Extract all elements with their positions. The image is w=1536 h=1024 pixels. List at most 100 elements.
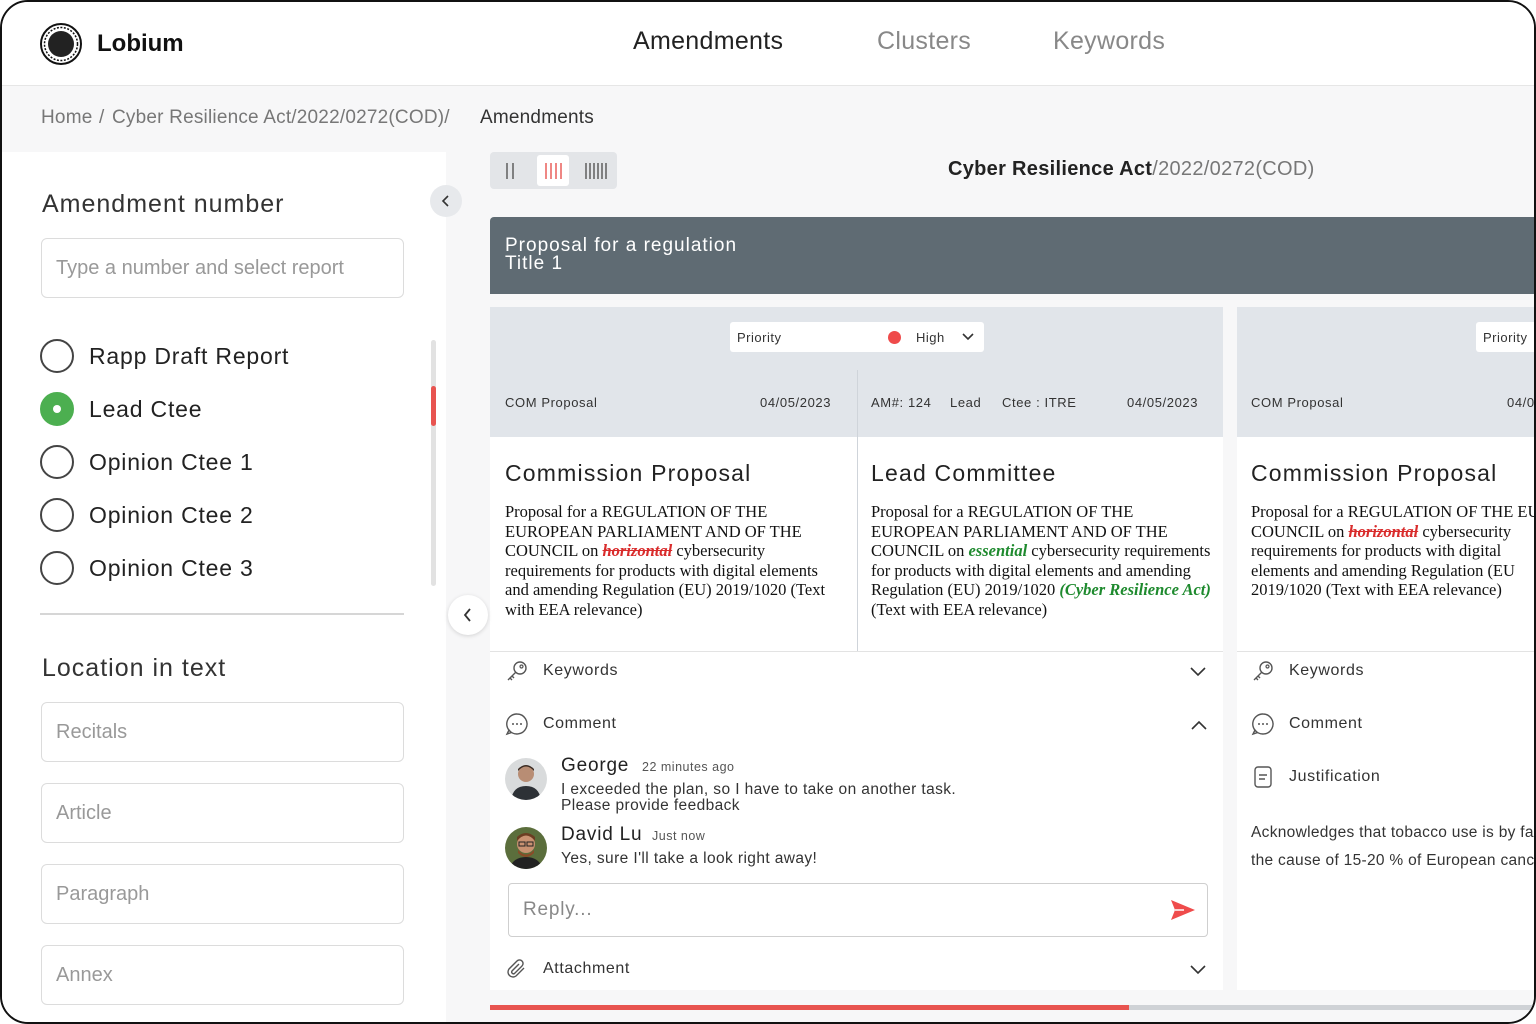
comment-label: Comment xyxy=(1289,715,1363,732)
chevron-left-icon xyxy=(441,195,449,207)
report-option-lead-ctee[interactable]: Lead Ctee xyxy=(40,392,202,426)
send-icon[interactable] xyxy=(1170,898,1196,922)
user-avatar-icon xyxy=(505,758,547,800)
report-option-opinion-ctee-1[interactable]: Opinion Ctee 1 xyxy=(40,445,254,479)
avatar xyxy=(505,827,547,869)
committee-role: Lead xyxy=(950,395,982,410)
report-option-label: Rapp Draft Report xyxy=(89,342,290,369)
reply-input[interactable]: Reply... xyxy=(508,883,1208,937)
document-title: Cyber Resilience Act/2022/0272(COD) xyxy=(948,158,1315,181)
chevron-down-icon[interactable] xyxy=(1190,667,1206,677)
source-date: 04/0 xyxy=(1507,395,1535,410)
priority-dropdown[interactable]: Priority xyxy=(1476,322,1534,352)
chevron-down-icon[interactable] xyxy=(1190,965,1206,975)
two-column-view-button[interactable] xyxy=(494,155,526,186)
report-option-label: Opinion Ctee 1 xyxy=(89,448,254,475)
collapse-sidebar-button[interactable] xyxy=(430,185,462,217)
radio-button-selected[interactable] xyxy=(40,392,74,426)
justification-accordion[interactable]: Justification xyxy=(1251,762,1380,792)
column-divider xyxy=(857,370,858,651)
commission-proposal-text: Proposal for a REGULATION OF THE EUROPEA… xyxy=(1251,502,1534,600)
justification-text: Acknowledges that tobacco use is by fa xyxy=(1251,824,1534,841)
annex-field[interactable]: Annex xyxy=(41,945,404,1005)
lead-committee-heading: Lead Committee xyxy=(871,460,1057,486)
attachment-label: Attachment xyxy=(543,960,630,977)
previous-column-button[interactable] xyxy=(448,595,488,635)
location-in-text-title: Location in text xyxy=(42,654,227,682)
report-option-rapp-draft[interactable]: Rapp Draft Report xyxy=(40,339,289,373)
source-date: 04/05/2023 xyxy=(760,395,832,410)
legal-text: 2019/1020 (Text with EEA relevance) xyxy=(1251,580,1502,600)
app-window: Lobium Amendments Clusters Keywords Home… xyxy=(0,0,1536,1024)
priority-dropdown[interactable]: Priority High xyxy=(730,322,984,352)
commission-proposal-text: Proposal for a REGULATION OF THE EUROPEA… xyxy=(505,502,840,620)
report-list-scrollbar[interactable] xyxy=(431,340,436,586)
two-columns-icon xyxy=(506,162,514,179)
tab-amendments[interactable]: Amendments xyxy=(633,27,783,56)
attachment-accordion[interactable]: Attachment xyxy=(505,954,630,984)
keywords-accordion[interactable]: Keywords xyxy=(1251,656,1364,686)
breadcrumb-current: Amendments xyxy=(480,107,594,128)
horizontal-scroll-progress[interactable] xyxy=(490,1005,1129,1010)
priority-label: Priority xyxy=(737,329,782,345)
avatar xyxy=(505,758,547,800)
document-title-bold: Cyber Resilience Act xyxy=(948,158,1153,180)
amendment-number-input[interactable]: Type a number and select report xyxy=(41,238,404,298)
priority-value: High xyxy=(916,329,945,345)
column-view-switcher xyxy=(490,152,617,189)
report-option-label: Lead Ctee xyxy=(89,395,203,422)
sidebar-divider xyxy=(40,613,404,615)
justification-label: Justification xyxy=(1289,768,1381,785)
commission-proposal-heading: Commission Proposal xyxy=(505,460,752,486)
legal-text: requirements for products with digital xyxy=(1251,541,1502,561)
radio-button[interactable] xyxy=(40,551,74,585)
six-column-view-button[interactable] xyxy=(580,155,612,186)
amendment-number: AM#: 124 xyxy=(871,395,932,410)
tab-clusters[interactable]: Clusters xyxy=(877,27,971,56)
tab-keywords[interactable]: Keywords xyxy=(1053,27,1165,56)
four-column-view-button[interactable] xyxy=(537,155,569,186)
source-label: COM Proposal xyxy=(1251,395,1344,410)
radio-button[interactable] xyxy=(40,339,74,373)
chevron-left-icon xyxy=(463,608,471,622)
paperclip-icon xyxy=(507,959,525,978)
user-avatar-icon xyxy=(505,827,547,869)
legal-text: elements and amending Regulation (EU xyxy=(1251,560,1515,580)
breadcrumb-home[interactable]: Home xyxy=(41,107,92,129)
radio-button[interactable] xyxy=(40,498,74,532)
key-icon xyxy=(1253,661,1273,681)
legal-text: (Text with EEA relevance) xyxy=(871,599,1048,619)
breadcrumb-procedure[interactable]: Cyber Resilience Act/2022/0272(COD)/ xyxy=(112,107,450,129)
report-option-opinion-ctee-2[interactable]: Opinion Ctee 2 xyxy=(40,498,254,532)
brand-name: Lobium xyxy=(97,30,184,57)
keywords-label: Keywords xyxy=(1289,662,1365,679)
comment-accordion[interactable]: Comment xyxy=(505,709,617,739)
comment-text: Yes, sure I'll take a look right away! xyxy=(561,850,818,867)
comment-text: I exceeded the plan, so I have to take o… xyxy=(561,781,957,798)
keywords-label: Keywords xyxy=(543,662,619,679)
deleted-text: horizontal xyxy=(602,541,673,561)
document-title-ref: /2022/0272(COD) xyxy=(1152,158,1315,180)
report-option-opinion-ctee-3[interactable]: Opinion Ctee 3 xyxy=(40,551,254,585)
paragraph-field[interactable]: Paragraph xyxy=(41,864,404,924)
recitals-field[interactable]: Recitals xyxy=(41,702,404,762)
six-columns-icon xyxy=(585,162,607,179)
four-columns-icon xyxy=(545,162,562,179)
radio-button[interactable] xyxy=(40,445,74,479)
comment-time: Just now xyxy=(652,829,706,843)
report-option-label: Opinion Ctee 3 xyxy=(89,554,254,581)
chevron-up-icon[interactable] xyxy=(1191,720,1207,730)
keywords-accordion[interactable]: Keywords xyxy=(505,656,618,686)
priority-label: Priority xyxy=(1483,329,1528,345)
comment-label: Comment xyxy=(543,715,617,732)
priority-high-dot-icon xyxy=(888,331,901,344)
scrollbar-thumb[interactable] xyxy=(431,386,436,426)
comment-author: George xyxy=(561,755,630,776)
section-banner-subtitle: Title 1 xyxy=(505,253,564,274)
article-field[interactable]: Article xyxy=(41,783,404,843)
amendment-number-title: Amendment number xyxy=(42,190,285,218)
commission-proposal-heading: Commission Proposal xyxy=(1251,460,1498,486)
breadcrumb: Home / Cyber Resilience Act/2022/0272(CO… xyxy=(2,86,1534,152)
breadcrumb-separator: / xyxy=(99,107,105,128)
comment-accordion[interactable]: Comment xyxy=(1251,709,1363,739)
